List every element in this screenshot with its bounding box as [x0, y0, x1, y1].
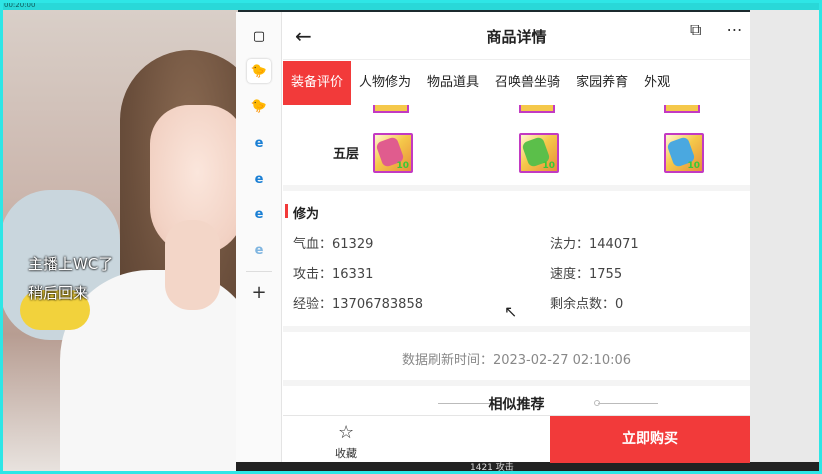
- streamer-hand: [165, 220, 220, 310]
- edge-icon[interactable]: e: [247, 202, 271, 226]
- stat-speed: 速度：1755: [550, 267, 623, 282]
- layer-row: 五层 10 10 10: [283, 115, 750, 185]
- top-right-icons: ⧉ ⋯: [690, 20, 743, 40]
- stream-top-bar: 00:20:00: [0, 0, 822, 10]
- background-window: [750, 10, 822, 474]
- favorite-button[interactable]: ☆ 收藏: [283, 416, 550, 463]
- page-title: 商品详情: [486, 28, 547, 46]
- similar-title: 相似推荐: [488, 397, 545, 413]
- gem-value: 10: [542, 161, 555, 171]
- stream-overlay-line2: 稍后回来: [28, 284, 89, 302]
- gem-stub: [519, 105, 555, 113]
- similar-section: 相似推荐: [283, 386, 750, 415]
- page-header: ← 商品详情: [283, 12, 750, 60]
- chick-icon[interactable]: 🐤: [247, 59, 271, 83]
- stream-overlay-line1: 主播上WC了: [28, 255, 114, 273]
- gem-value: 10: [396, 161, 409, 171]
- browser-sidebar: ▢ 🐤 🐤 e e e e +: [236, 12, 282, 462]
- stat-remaining-points: 剩余点数：0: [550, 297, 624, 312]
- tab-character-cultivation[interactable]: 人物修为: [351, 61, 419, 105]
- refresh-time: 数据刷新时间：2023-02-27 02:10:06: [401, 353, 632, 368]
- mouse-cursor-icon: ↖: [504, 302, 518, 321]
- browser-window: ▢ 🐤 🐤 e e e e + ← 商品详情 装备评价 人物修为 物品道具 召唤…: [236, 12, 750, 463]
- gem-stub: [373, 105, 409, 113]
- edge-icon[interactable]: e: [247, 238, 271, 262]
- share-icon[interactable]: ⧉: [690, 20, 701, 39]
- refresh-section: 数据刷新时间：2023-02-27 02:10:06: [283, 332, 750, 380]
- gem-value: 10: [687, 161, 700, 171]
- chick-icon[interactable]: 🐤: [247, 94, 271, 118]
- window-icon[interactable]: ▢: [247, 24, 271, 48]
- tab-equipment-review[interactable]: 装备评价: [283, 61, 352, 105]
- star-icon: ☆: [338, 422, 355, 443]
- gem-item[interactable]: 10: [373, 133, 413, 173]
- scroll-content[interactable]: 五层 10 10 10 修为 气血：61329 法力：144071 攻击：163…: [283, 105, 750, 415]
- bottom-text: 1421 攻击: [470, 463, 514, 473]
- edge-icon[interactable]: e: [247, 131, 271, 155]
- tab-items[interactable]: 物品道具: [419, 61, 487, 105]
- stat-attack: 攻击：16331: [293, 267, 374, 282]
- gem-stub: [664, 105, 700, 113]
- previous-layer-row: [283, 105, 750, 115]
- tab-appearance[interactable]: 外观: [636, 61, 678, 105]
- gem-item[interactable]: 10: [519, 133, 559, 173]
- section-title: 修为: [284, 203, 319, 222]
- action-footer: ☆ 收藏 立即购买: [283, 415, 750, 463]
- stream-timer: 00:20:00: [4, 1, 36, 9]
- plus-icon[interactable]: +: [247, 280, 271, 304]
- favorite-label: 收藏: [335, 447, 357, 460]
- stat-mana: 法力：144071: [550, 237, 639, 252]
- bottom-bar: [236, 462, 822, 474]
- category-tabs: 装备评价 人物修为 物品道具 召唤兽坐骑 家园养育 外观: [283, 61, 750, 105]
- gem-item[interactable]: 10: [664, 133, 704, 173]
- layer-label: 五层: [333, 147, 360, 162]
- edge-icon[interactable]: e: [247, 167, 271, 191]
- tab-summons-mounts[interactable]: 召唤兽坐骑: [487, 61, 568, 105]
- divider-line: [598, 403, 658, 404]
- stat-hp: 气血：61329: [293, 237, 374, 252]
- buy-now-button[interactable]: 立即购买: [550, 416, 750, 463]
- tab-home-nurture[interactable]: 家园养育: [568, 61, 636, 105]
- product-detail-page: ← 商品详情 装备评价 人物修为 物品道具 召唤兽坐骑 家园养育 外观 五层 1…: [283, 12, 750, 463]
- more-icon[interactable]: ⋯: [727, 20, 743, 39]
- sidebar-divider: [246, 271, 272, 272]
- streamer-video: [0, 10, 238, 474]
- stat-experience: 经验：13706783858: [293, 297, 423, 312]
